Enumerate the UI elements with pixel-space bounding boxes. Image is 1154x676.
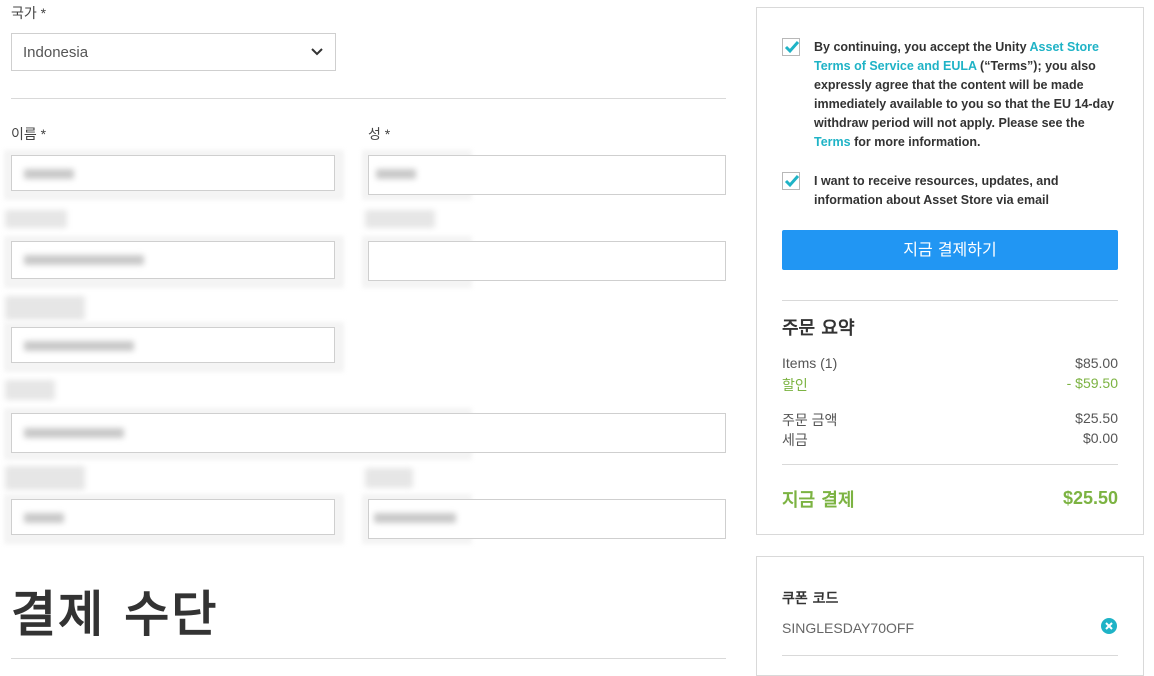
pay-now-button[interactable]: 지금 결제하기 (782, 230, 1118, 270)
redacted-text (24, 341, 134, 351)
field-input[interactable] (368, 241, 726, 281)
country-label: 국가 * (11, 5, 47, 21)
discount-label: 할인 (782, 377, 808, 393)
redacted-text (24, 169, 74, 179)
last-name-input[interactable] (368, 155, 726, 195)
coupon-title: 쿠폰 코드 (782, 591, 839, 607)
terms-suffix: for more information. (850, 135, 981, 149)
items-label: Items (1) (782, 355, 838, 371)
terms-checkbox[interactable] (782, 38, 800, 56)
redacted-text (24, 513, 64, 523)
first-name-label: 이름 * (11, 126, 47, 142)
redacted-label (5, 296, 85, 320)
divider (782, 655, 1118, 656)
divider (782, 300, 1118, 301)
country-select-value: Indonesia (23, 44, 89, 61)
check-icon (784, 175, 800, 188)
payment-method-heading: 결제 수단 (11, 586, 219, 643)
check-icon (784, 41, 800, 54)
redacted-label (365, 210, 435, 228)
divider (11, 658, 726, 659)
redacted-label (365, 468, 413, 488)
remove-coupon-icon[interactable] (1101, 618, 1117, 634)
terms-link[interactable]: Terms (814, 135, 851, 149)
redacted-label (5, 466, 85, 490)
total-label: 지금 결제 (782, 490, 855, 511)
tax-value: $0.00 (1082, 430, 1118, 446)
discount-value: - $59.50 (1066, 375, 1118, 391)
terms-prefix: By continuing, you accept the Unity (814, 40, 1030, 54)
coupon-panel (756, 556, 1144, 676)
country-select[interactable]: Indonesia (11, 33, 336, 71)
redacted-text (24, 255, 144, 265)
divider (11, 98, 726, 99)
divider (782, 464, 1118, 465)
redacted-label (5, 380, 55, 400)
order-summary-title: 주문 요약 (782, 318, 855, 339)
subtotal-label: 주문 금액 (782, 412, 838, 428)
items-value: $85.00 (1075, 355, 1118, 371)
coupon-code: SINGLESDAY70OFF (782, 620, 915, 636)
chevron-down-icon (311, 48, 323, 56)
tax-label: 세금 (782, 432, 808, 448)
subtotal-value: $25.50 (1075, 410, 1118, 426)
newsletter-consent-text: I want to receive resources, updates, an… (814, 174, 1059, 207)
terms-consent-text: By continuing, you accept the Unity Asse… (814, 38, 1119, 152)
redacted-text (374, 513, 456, 523)
total-value: $25.50 (1062, 488, 1118, 508)
redacted-text (376, 169, 416, 179)
redacted-text (24, 428, 124, 438)
newsletter-checkbox[interactable] (782, 172, 800, 190)
redacted-label (5, 210, 67, 228)
last-name-label: 성 * (368, 126, 391, 142)
